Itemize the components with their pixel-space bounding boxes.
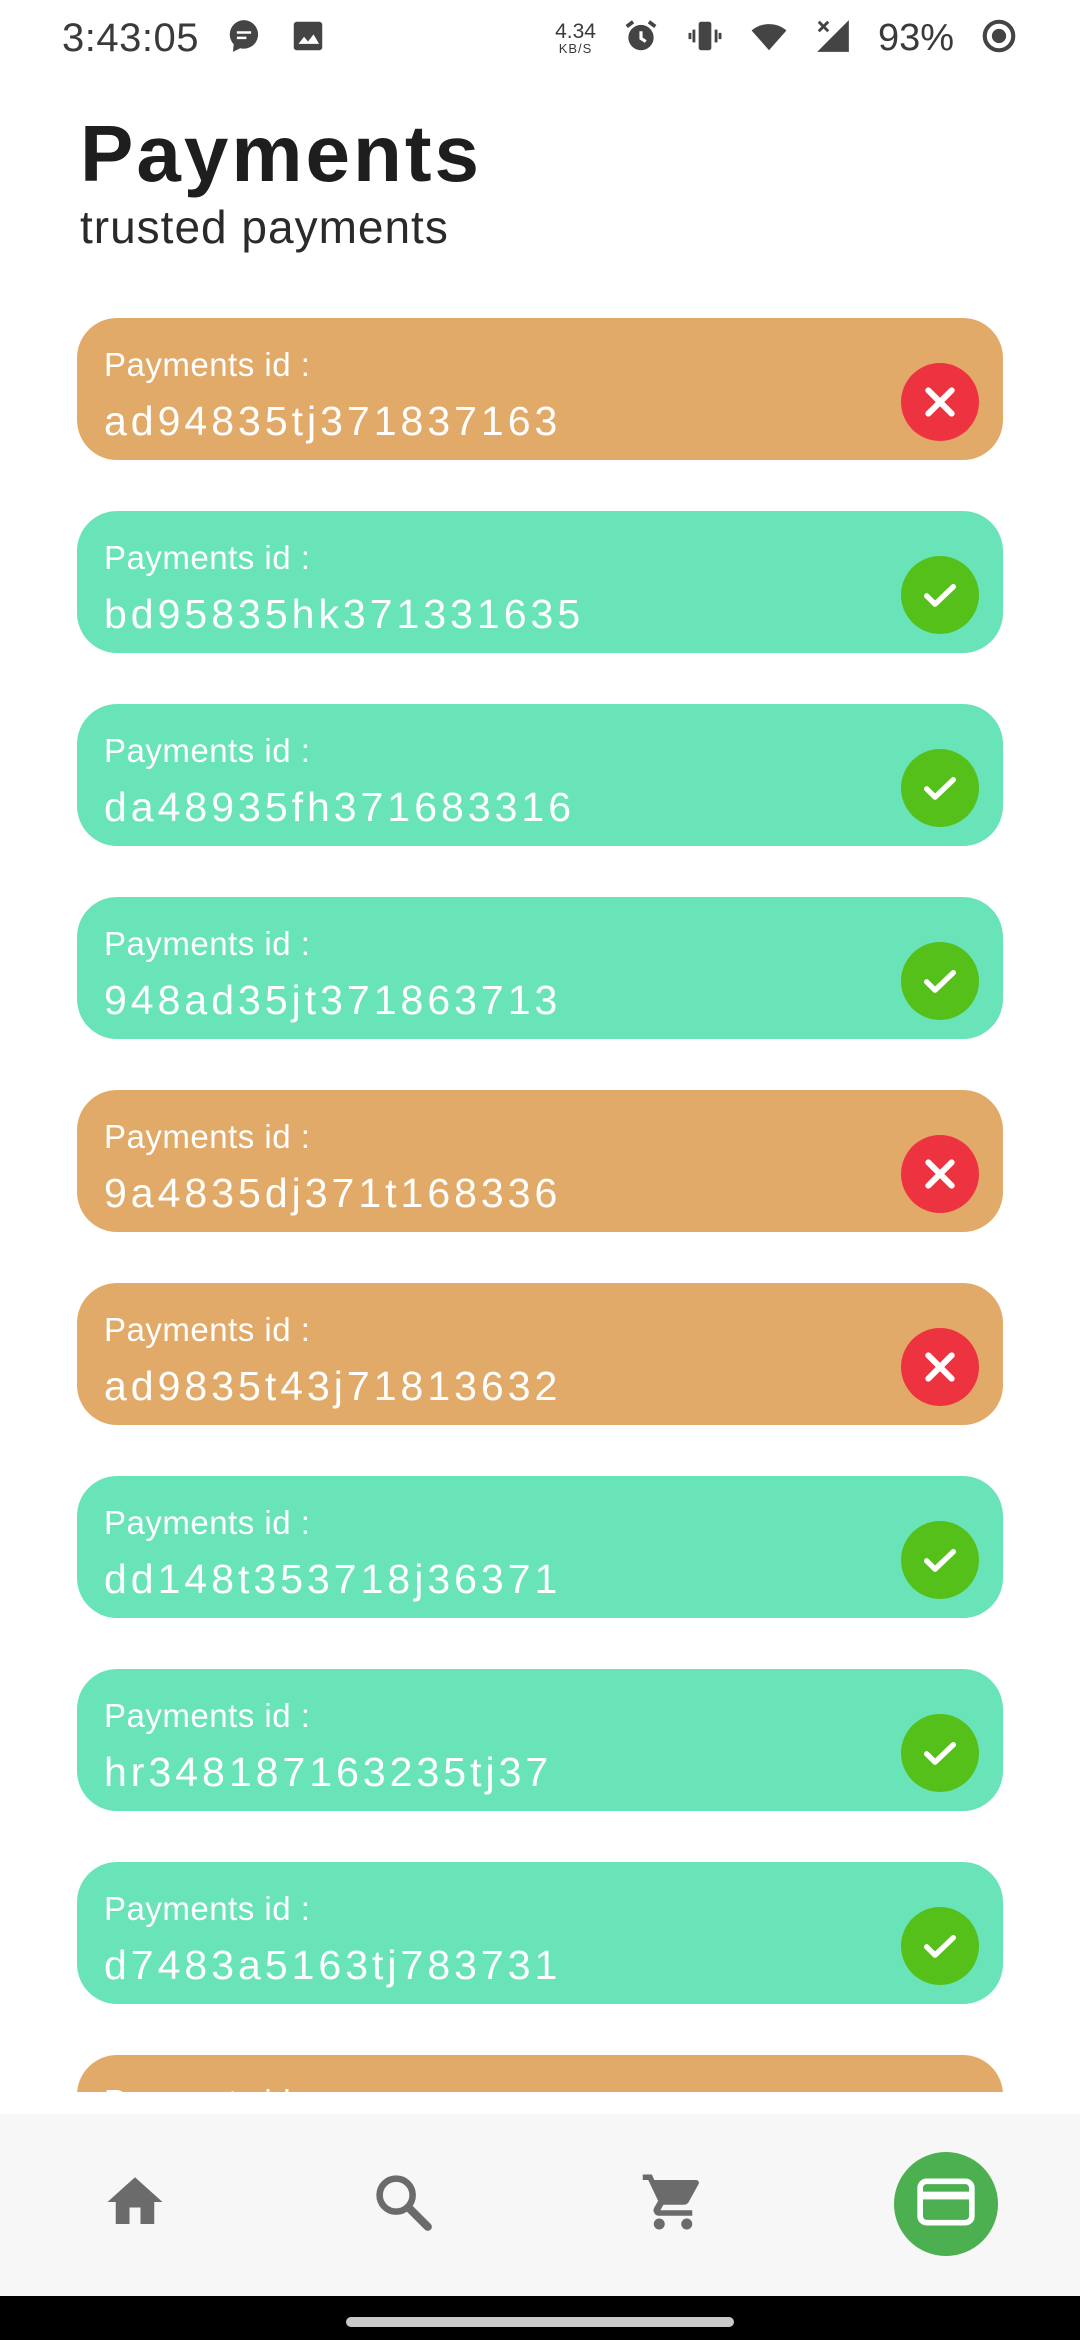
battery-saver-icon xyxy=(980,17,1018,60)
payment-card[interactable]: Payments id : hr348187163235tj37 xyxy=(77,1669,1003,1811)
vibrate-icon xyxy=(686,17,724,60)
check-icon xyxy=(901,1521,979,1599)
payment-id-value: 9a4835dj371t168336 xyxy=(104,1170,562,1216)
signal-icon xyxy=(814,17,852,60)
payment-id-label: Payments id : xyxy=(104,346,311,383)
payment-card[interactable]: Payments id : 948ad35jt371863713 xyxy=(77,897,1003,1039)
check-icon xyxy=(901,942,979,1020)
payment-id-value: d7483a5163tj783731 xyxy=(104,1942,562,1988)
payment-id-label: Payments id : xyxy=(104,1504,311,1541)
payment-card[interactable]: Payments id : xyxy=(77,2055,1003,2092)
check-icon xyxy=(901,749,979,827)
network-speed: 4.34 KB/S xyxy=(555,20,596,56)
payment-id-value: ad9835t43j71813632 xyxy=(104,1363,562,1409)
payment-id-label: Payments id : xyxy=(104,1697,311,1734)
payment-card[interactable]: Payments id : bd95835hk371331635 xyxy=(77,511,1003,653)
status-bar-left: 3:43:05 xyxy=(62,16,327,61)
check-icon xyxy=(901,1907,979,1985)
payment-id-value: da48935fh371683316 xyxy=(104,784,576,830)
payment-id-label: Payments id : xyxy=(104,2083,310,2092)
home-gesture-bar[interactable] xyxy=(346,2317,734,2327)
payment-card[interactable]: Payments id : ad9835t43j71813632 xyxy=(77,1283,1003,1425)
status-bar-right: 4.34 KB/S 93% xyxy=(555,17,1018,60)
check-icon xyxy=(901,556,979,634)
page-title: Payments xyxy=(80,109,482,198)
payment-id-label: Payments id : xyxy=(104,1311,311,1348)
payment-id-value: dd148t353718j36371 xyxy=(104,1556,562,1602)
nav-home[interactable] xyxy=(85,2154,185,2254)
status-bar: 3:43:05 4.34 KB/S 93% xyxy=(0,0,1080,76)
battery-level: 93% xyxy=(877,16,954,59)
cart-icon xyxy=(640,2169,706,2240)
check-icon xyxy=(901,1714,979,1792)
nav-search[interactable] xyxy=(353,2154,453,2254)
payment-id-label: Payments id : xyxy=(104,732,311,769)
wifi-icon xyxy=(750,17,788,60)
home-icon xyxy=(102,2169,168,2240)
message-icon xyxy=(225,17,263,60)
payment-list[interactable]: Payments id : ad94835tj371837163 Payment… xyxy=(0,318,1080,2092)
payment-card[interactable]: Payments id : da48935fh371683316 xyxy=(77,704,1003,846)
payment-id-label: Payments id : xyxy=(104,1890,311,1927)
payment-id-value: hr348187163235tj37 xyxy=(104,1749,553,1795)
payment-card[interactable]: Payments id : ad94835tj371837163 xyxy=(77,318,1003,460)
bottom-nav xyxy=(0,2114,1080,2296)
failed-icon xyxy=(901,1135,979,1213)
nav-payments[interactable] xyxy=(894,2152,998,2256)
nav-cart[interactable] xyxy=(623,2154,723,2254)
payment-card[interactable]: Payments id : d7483a5163tj783731 xyxy=(77,1862,1003,2004)
search-icon xyxy=(370,2169,436,2240)
payment-id-value: bd95835hk371331635 xyxy=(104,591,585,637)
payment-id-label: Payments id : xyxy=(104,925,311,962)
payment-card[interactable]: Payments id : dd148t353718j36371 xyxy=(77,1476,1003,1618)
payment-card-icon xyxy=(915,2171,977,2238)
failed-icon xyxy=(901,363,979,441)
image-icon xyxy=(289,17,327,60)
payment-card[interactable]: Payments id : 9a4835dj371t168336 xyxy=(77,1090,1003,1232)
payment-id-label: Payments id : xyxy=(104,539,311,576)
payment-id-value: ad94835tj371837163 xyxy=(104,398,562,444)
page-subtitle: trusted payments xyxy=(80,201,449,253)
payment-id-label: Payments id : xyxy=(104,1118,311,1155)
alarm-icon xyxy=(622,17,660,60)
status-time: 3:43:05 xyxy=(62,15,199,60)
payment-id-value: 948ad35jt371863713 xyxy=(104,977,562,1023)
failed-icon xyxy=(901,1328,979,1406)
